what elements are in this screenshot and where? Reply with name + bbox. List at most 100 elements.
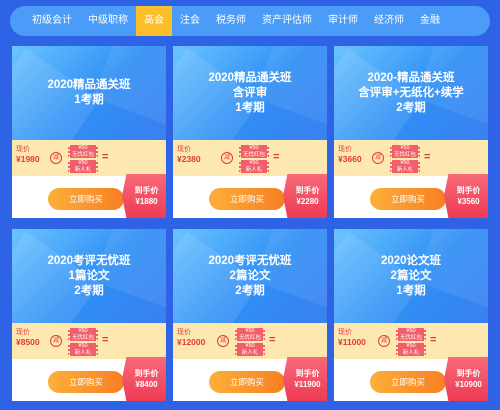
card-title: 2020精品通关班 含评审 1考期 <box>173 46 327 140</box>
tab-4[interactable]: 税务师 <box>208 6 254 36</box>
minus-badge: 减 <box>50 335 62 347</box>
final-price-label: 到手价 <box>456 186 481 195</box>
buy-now-button[interactable]: 立即购买 <box>370 371 446 393</box>
buy-now-button[interactable]: 立即购买 <box>48 371 124 393</box>
tab-3[interactable]: 注会 <box>172 6 208 36</box>
minus-badge: 减 <box>378 335 390 347</box>
equals-sign: = <box>424 151 431 163</box>
current-price: ¥11000 <box>338 337 366 347</box>
course-card: 2020论文班 2篇论文 1考期 现价 ¥11000 减 ¥50 无忧红包 ¥50 新人礼 = 立… <box>334 229 488 401</box>
final-price-label: 到手价 <box>295 186 320 195</box>
coupon-new-user-gift: ¥50 新人礼 <box>239 160 269 173</box>
current-price: ¥12000 <box>177 337 206 347</box>
course-tabs: 初级会计 中级职称 高会 注会 税务师 资产评估师 审计师 经济师 金融 <box>10 6 490 36</box>
final-price-label: 到手价 <box>295 369 320 378</box>
card-title-line: 2考期 <box>396 101 426 114</box>
tab-2[interactable]: 高会 <box>136 6 172 36</box>
card-banner: 2020-精品通关班 含评审+无纸化+续学 2考期 <box>334 46 488 140</box>
current-price: ¥1980 <box>16 154 40 164</box>
price-band: 现价 ¥2380 减 ¥50 无忧红包 ¥50 新人礼 = <box>173 140 327 176</box>
minus-badge: 减 <box>217 335 229 347</box>
card-title-line: 2考期 <box>235 284 265 297</box>
tab-5[interactable]: 资产评估师 <box>254 6 320 36</box>
final-price-tag: 到手价 ¥2280 <box>283 174 327 218</box>
card-title-line: 2篇论文 <box>229 269 271 282</box>
current-price: ¥2380 <box>177 154 201 164</box>
course-card: 2020精品通关班 1考期 现价 ¥1980 减 ¥50 无忧红包 ¥50 新人礼 = 立即购买… <box>12 46 166 218</box>
minus-badge: 减 <box>50 152 62 164</box>
buy-now-button[interactable]: 立即购买 <box>370 188 446 210</box>
equals-sign: = <box>273 151 280 163</box>
coupon-group: ¥50 无忧红包 ¥50 新人礼 <box>235 327 265 357</box>
card-title-line: 含评审 <box>232 86 268 99</box>
final-price: ¥8400 <box>135 380 158 389</box>
card-title: 2020考评无忧班 1篇论文 2考期 <box>12 229 166 323</box>
final-price: ¥1880 <box>135 197 158 206</box>
coupon-worry-free-red-packet: ¥50 无忧红包 <box>68 328 98 341</box>
course-card: 2020考评无忧班 1篇论文 2考期现价 ¥8500 减 ¥50 无忧红包 ¥50 新人礼 =… <box>12 229 166 401</box>
card-title-line: 2篇论文 <box>390 269 432 282</box>
final-price-tag: 到手价 ¥3560 <box>444 174 488 218</box>
tab-1[interactable]: 中级职称 <box>80 6 136 36</box>
current-price-label: 现价 <box>177 146 191 153</box>
coupon-new-user-gift: ¥50 新人礼 <box>235 343 265 356</box>
card-title-line: 1考期 <box>74 94 104 106</box>
coupon-worry-free-red-packet: ¥50 无忧红包 <box>68 145 98 158</box>
buy-now-button[interactable]: 立即购买 <box>209 371 285 393</box>
card-title-line: 2020考评无忧班 <box>47 254 131 267</box>
current-price-label: 现价 <box>338 329 352 336</box>
card-title: 2020精品通关班 1考期 <box>12 46 166 140</box>
card-banner: 2020精品通关班 含评审 1考期 <box>173 46 327 140</box>
card-title: 2020-精品通关班 含评审+无纸化+续学 2考期 <box>334 46 488 140</box>
course-card: 2020考评无忧班 2篇论文 2考期 现价 ¥12000 减 ¥50 无忧红包 ¥50 新人礼… <box>173 229 327 401</box>
card-title-line: 2020精品通关班 <box>208 71 292 84</box>
equals-sign: = <box>102 151 109 163</box>
current-price: ¥3660 <box>338 154 362 164</box>
course-card: 2020-精品通关班 含评审+无纸化+续学 2考期 现价 ¥3660 减 ¥50 无忧红包 ¥… <box>334 46 488 218</box>
price-band: 现价 ¥11000 减 ¥50 无忧红包 ¥50 新人礼 = <box>334 323 488 359</box>
coupon-group: ¥50 无忧红包 ¥50 新人礼 <box>239 144 269 174</box>
final-price-tag: 到手价 ¥1880 <box>122 174 166 218</box>
tab-8[interactable]: 金融 <box>412 6 448 36</box>
card-title-line: 2考期 <box>74 284 104 297</box>
coupon-new-user-gift: ¥50 新人礼 <box>396 343 426 356</box>
card-title: 2020论文班 2篇论文 1考期 <box>334 229 488 323</box>
coupon-worry-free-red-packet: ¥50 无忧红包 <box>239 145 269 158</box>
card-title-line: 含评审+无纸化+续学 <box>358 86 464 99</box>
card-banner: 2020考评无忧班 1篇论文 2考期 <box>12 229 166 323</box>
final-price-label: 到手价 <box>134 186 159 195</box>
final-price-tag: 到手价 ¥11900 <box>283 357 327 401</box>
card-title-line: 1篇论文 <box>68 269 110 282</box>
coupon-worry-free-red-packet: ¥50 无忧红包 <box>235 328 265 341</box>
minus-badge: 减 <box>372 152 384 164</box>
card-banner: 2020精品通关班 1考期 <box>12 46 166 140</box>
card-title-line: 2020精品通关班 <box>47 79 131 91</box>
final-price-tag: 到手价 ¥10900 <box>444 357 488 401</box>
tab-0[interactable]: 初级会计 <box>24 6 80 36</box>
final-price: ¥11900 <box>294 380 321 389</box>
coupon-new-user-gift: ¥50 新人礼 <box>68 160 98 173</box>
final-price-tag: 到手价 ¥8400 <box>122 357 166 401</box>
card-title: 2020考评无忧班 2篇论文 2考期 <box>173 229 327 323</box>
price-band: 现价 ¥8500 减 ¥50 无忧红包 ¥50 新人礼 = <box>12 323 166 359</box>
final-price: ¥3560 <box>457 197 480 206</box>
card-title-line: 2020-精品通关班 <box>367 71 455 84</box>
card-banner: 2020考评无忧班 2篇论文 2考期 <box>173 229 327 323</box>
coupon-new-user-gift: ¥50 新人礼 <box>68 343 98 356</box>
coupon-group: ¥50 无忧红包 ¥50 新人礼 <box>68 144 98 174</box>
buy-now-button[interactable]: 立即购买 <box>48 188 124 210</box>
card-title-line: 2020考评无忧班 <box>208 254 292 267</box>
coupon-group: ¥50 无忧红包 ¥50 新人礼 <box>68 327 98 357</box>
card-title-line: 1考期 <box>396 284 426 297</box>
card-title-line: 2020论文班 <box>380 254 442 267</box>
coupon-worry-free-red-packet: ¥50 无忧红包 <box>390 145 420 158</box>
current-price: ¥8500 <box>16 337 40 347</box>
current-price-label: 现价 <box>16 329 30 336</box>
final-price: ¥10900 <box>455 380 482 389</box>
coupon-worry-free-red-packet: ¥50 无忧红包 <box>396 328 426 341</box>
equals-sign: = <box>102 334 109 346</box>
coupon-group: ¥50 无忧红包 ¥50 新人礼 <box>390 144 420 174</box>
tab-7[interactable]: 经济师 <box>366 6 412 36</box>
buy-now-button[interactable]: 立即购买 <box>209 188 285 210</box>
tab-6[interactable]: 审计师 <box>320 6 366 36</box>
